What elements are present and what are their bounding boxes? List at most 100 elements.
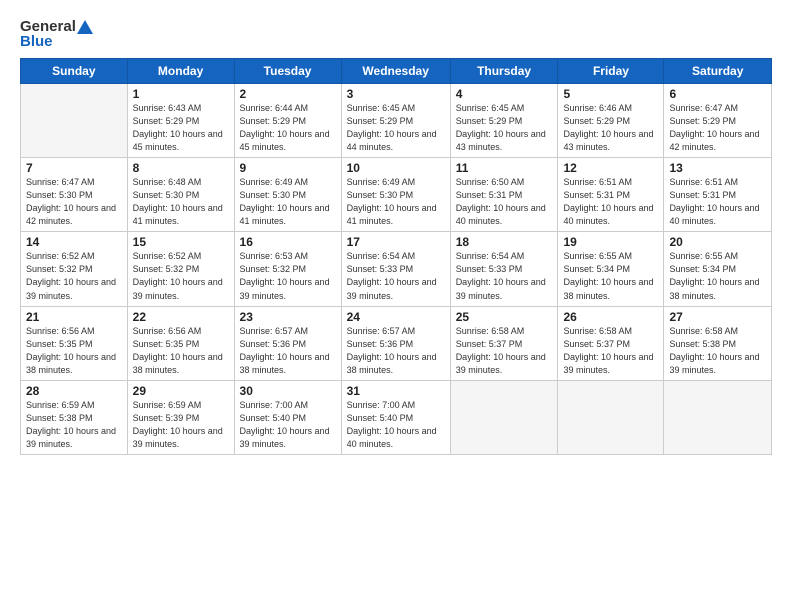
day-number: 1 bbox=[133, 87, 229, 101]
calendar-cell: 26Sunrise: 6:58 AMSunset: 5:37 PMDayligh… bbox=[558, 306, 664, 380]
day-info: Sunrise: 6:59 AMSunset: 5:38 PMDaylight:… bbox=[26, 399, 122, 451]
calendar-week-3: 14Sunrise: 6:52 AMSunset: 5:32 PMDayligh… bbox=[21, 232, 772, 306]
day-number: 21 bbox=[26, 310, 122, 324]
day-number: 20 bbox=[669, 235, 766, 249]
calendar-cell: 30Sunrise: 7:00 AMSunset: 5:40 PMDayligh… bbox=[234, 380, 341, 454]
weekday-header-wednesday: Wednesday bbox=[341, 59, 450, 84]
weekday-header-friday: Friday bbox=[558, 59, 664, 84]
day-info: Sunrise: 6:46 AMSunset: 5:29 PMDaylight:… bbox=[563, 102, 658, 154]
day-info: Sunrise: 6:55 AMSunset: 5:34 PMDaylight:… bbox=[669, 250, 766, 302]
day-number: 2 bbox=[240, 87, 336, 101]
day-info: Sunrise: 6:58 AMSunset: 5:38 PMDaylight:… bbox=[669, 325, 766, 377]
day-number: 18 bbox=[456, 235, 553, 249]
day-number: 26 bbox=[563, 310, 658, 324]
calendar-cell: 22Sunrise: 6:56 AMSunset: 5:35 PMDayligh… bbox=[127, 306, 234, 380]
calendar-cell: 1Sunrise: 6:43 AMSunset: 5:29 PMDaylight… bbox=[127, 84, 234, 158]
calendar-week-5: 28Sunrise: 6:59 AMSunset: 5:38 PMDayligh… bbox=[21, 380, 772, 454]
logo-triangle bbox=[77, 20, 93, 34]
calendar-cell: 5Sunrise: 6:46 AMSunset: 5:29 PMDaylight… bbox=[558, 84, 664, 158]
calendar-week-1: 1Sunrise: 6:43 AMSunset: 5:29 PMDaylight… bbox=[21, 84, 772, 158]
day-info: Sunrise: 6:55 AMSunset: 5:34 PMDaylight:… bbox=[563, 250, 658, 302]
day-number: 14 bbox=[26, 235, 122, 249]
day-number: 15 bbox=[133, 235, 229, 249]
calendar-cell: 23Sunrise: 6:57 AMSunset: 5:36 PMDayligh… bbox=[234, 306, 341, 380]
day-number: 28 bbox=[26, 384, 122, 398]
calendar-cell: 9Sunrise: 6:49 AMSunset: 5:30 PMDaylight… bbox=[234, 158, 341, 232]
calendar-cell: 29Sunrise: 6:59 AMSunset: 5:39 PMDayligh… bbox=[127, 380, 234, 454]
calendar-cell: 4Sunrise: 6:45 AMSunset: 5:29 PMDaylight… bbox=[450, 84, 558, 158]
calendar-cell: 8Sunrise: 6:48 AMSunset: 5:30 PMDaylight… bbox=[127, 158, 234, 232]
calendar-cell: 21Sunrise: 6:56 AMSunset: 5:35 PMDayligh… bbox=[21, 306, 128, 380]
calendar-cell bbox=[450, 380, 558, 454]
day-number: 8 bbox=[133, 161, 229, 175]
page: General Blue SundayMondayTuesdayWednesda… bbox=[0, 0, 792, 612]
calendar-cell: 3Sunrise: 6:45 AMSunset: 5:29 PMDaylight… bbox=[341, 84, 450, 158]
calendar-cell bbox=[558, 380, 664, 454]
calendar-cell: 19Sunrise: 6:55 AMSunset: 5:34 PMDayligh… bbox=[558, 232, 664, 306]
calendar-cell: 14Sunrise: 6:52 AMSunset: 5:32 PMDayligh… bbox=[21, 232, 128, 306]
calendar-table: SundayMondayTuesdayWednesdayThursdayFrid… bbox=[20, 58, 772, 455]
day-info: Sunrise: 6:57 AMSunset: 5:36 PMDaylight:… bbox=[240, 325, 336, 377]
day-number: 25 bbox=[456, 310, 553, 324]
day-number: 23 bbox=[240, 310, 336, 324]
day-number: 16 bbox=[240, 235, 336, 249]
day-number: 29 bbox=[133, 384, 229, 398]
day-info: Sunrise: 6:47 AMSunset: 5:29 PMDaylight:… bbox=[669, 102, 766, 154]
logo-blue: Blue bbox=[20, 33, 53, 50]
calendar-cell: 12Sunrise: 6:51 AMSunset: 5:31 PMDayligh… bbox=[558, 158, 664, 232]
day-number: 27 bbox=[669, 310, 766, 324]
day-number: 3 bbox=[347, 87, 445, 101]
day-info: Sunrise: 6:54 AMSunset: 5:33 PMDaylight:… bbox=[456, 250, 553, 302]
calendar-cell: 16Sunrise: 6:53 AMSunset: 5:32 PMDayligh… bbox=[234, 232, 341, 306]
day-number: 31 bbox=[347, 384, 445, 398]
calendar-cell: 18Sunrise: 6:54 AMSunset: 5:33 PMDayligh… bbox=[450, 232, 558, 306]
day-info: Sunrise: 6:43 AMSunset: 5:29 PMDaylight:… bbox=[133, 102, 229, 154]
weekday-header-tuesday: Tuesday bbox=[234, 59, 341, 84]
calendar-cell: 17Sunrise: 6:54 AMSunset: 5:33 PMDayligh… bbox=[341, 232, 450, 306]
calendar-cell bbox=[664, 380, 772, 454]
calendar-cell: 6Sunrise: 6:47 AMSunset: 5:29 PMDaylight… bbox=[664, 84, 772, 158]
calendar-cell: 24Sunrise: 6:57 AMSunset: 5:36 PMDayligh… bbox=[341, 306, 450, 380]
day-info: Sunrise: 6:52 AMSunset: 5:32 PMDaylight:… bbox=[26, 250, 122, 302]
day-info: Sunrise: 6:45 AMSunset: 5:29 PMDaylight:… bbox=[347, 102, 445, 154]
day-info: Sunrise: 6:59 AMSunset: 5:39 PMDaylight:… bbox=[133, 399, 229, 451]
calendar-week-2: 7Sunrise: 6:47 AMSunset: 5:30 PMDaylight… bbox=[21, 158, 772, 232]
day-info: Sunrise: 6:51 AMSunset: 5:31 PMDaylight:… bbox=[669, 176, 766, 228]
day-info: Sunrise: 6:58 AMSunset: 5:37 PMDaylight:… bbox=[456, 325, 553, 377]
calendar-cell: 20Sunrise: 6:55 AMSunset: 5:34 PMDayligh… bbox=[664, 232, 772, 306]
day-number: 17 bbox=[347, 235, 445, 249]
day-number: 6 bbox=[669, 87, 766, 101]
calendar-header-row: SundayMondayTuesdayWednesdayThursdayFrid… bbox=[21, 59, 772, 84]
calendar-cell: 31Sunrise: 7:00 AMSunset: 5:40 PMDayligh… bbox=[341, 380, 450, 454]
weekday-header-thursday: Thursday bbox=[450, 59, 558, 84]
calendar-cell: 13Sunrise: 6:51 AMSunset: 5:31 PMDayligh… bbox=[664, 158, 772, 232]
weekday-header-sunday: Sunday bbox=[21, 59, 128, 84]
day-info: Sunrise: 6:44 AMSunset: 5:29 PMDaylight:… bbox=[240, 102, 336, 154]
day-info: Sunrise: 6:57 AMSunset: 5:36 PMDaylight:… bbox=[347, 325, 445, 377]
day-number: 5 bbox=[563, 87, 658, 101]
day-number: 22 bbox=[133, 310, 229, 324]
day-number: 13 bbox=[669, 161, 766, 175]
day-info: Sunrise: 6:51 AMSunset: 5:31 PMDaylight:… bbox=[563, 176, 658, 228]
header: General Blue bbox=[20, 18, 772, 50]
day-number: 19 bbox=[563, 235, 658, 249]
day-info: Sunrise: 6:48 AMSunset: 5:30 PMDaylight:… bbox=[133, 176, 229, 228]
calendar-cell: 10Sunrise: 6:49 AMSunset: 5:30 PMDayligh… bbox=[341, 158, 450, 232]
day-info: Sunrise: 6:54 AMSunset: 5:33 PMDaylight:… bbox=[347, 250, 445, 302]
day-number: 10 bbox=[347, 161, 445, 175]
calendar-cell: 28Sunrise: 6:59 AMSunset: 5:38 PMDayligh… bbox=[21, 380, 128, 454]
calendar-cell: 2Sunrise: 6:44 AMSunset: 5:29 PMDaylight… bbox=[234, 84, 341, 158]
day-info: Sunrise: 6:50 AMSunset: 5:31 PMDaylight:… bbox=[456, 176, 553, 228]
day-number: 30 bbox=[240, 384, 336, 398]
day-info: Sunrise: 6:52 AMSunset: 5:32 PMDaylight:… bbox=[133, 250, 229, 302]
day-info: Sunrise: 6:53 AMSunset: 5:32 PMDaylight:… bbox=[240, 250, 336, 302]
calendar-cell: 27Sunrise: 6:58 AMSunset: 5:38 PMDayligh… bbox=[664, 306, 772, 380]
logo: General Blue bbox=[20, 18, 93, 50]
day-info: Sunrise: 7:00 AMSunset: 5:40 PMDaylight:… bbox=[240, 399, 336, 451]
calendar-cell: 11Sunrise: 6:50 AMSunset: 5:31 PMDayligh… bbox=[450, 158, 558, 232]
day-info: Sunrise: 6:58 AMSunset: 5:37 PMDaylight:… bbox=[563, 325, 658, 377]
weekday-header-saturday: Saturday bbox=[664, 59, 772, 84]
day-number: 7 bbox=[26, 161, 122, 175]
day-info: Sunrise: 6:49 AMSunset: 5:30 PMDaylight:… bbox=[347, 176, 445, 228]
day-info: Sunrise: 6:47 AMSunset: 5:30 PMDaylight:… bbox=[26, 176, 122, 228]
